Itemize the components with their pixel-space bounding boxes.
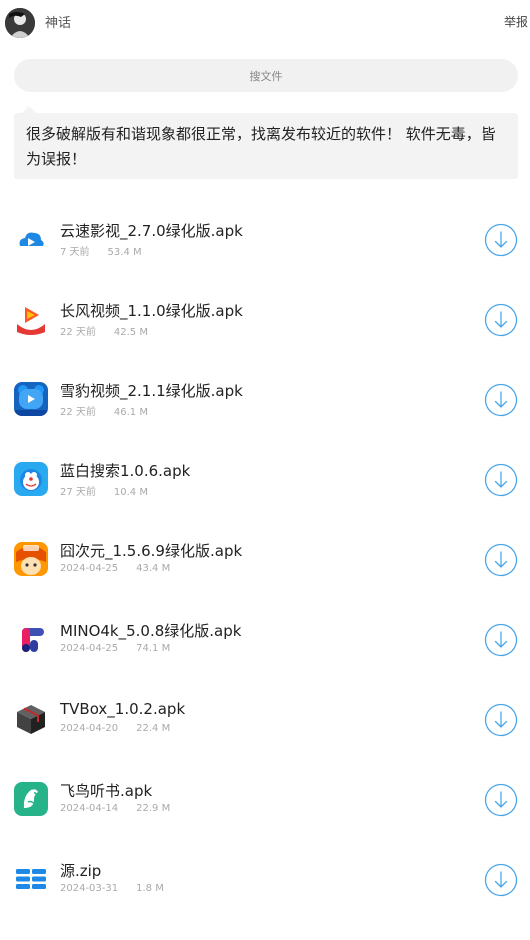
notice-text: 很多破解版有和谐现象都很正常，找离发布较近的软件！ 软件无毒，皆为误报！ [26,125,496,168]
file-list: 云速影视_2.7.0绿化版.apk 7 天前 53.4 M 长风视频_1.1.0绿… [0,198,530,918]
file-date: 2024-04-25 [60,563,119,574]
download-button[interactable] [484,303,518,337]
download-icon [484,383,518,417]
report-link[interactable]: 举报 [504,13,528,30]
download-icon [484,543,518,577]
avatar[interactable] [5,8,35,38]
file-size: 74.1 M [136,643,171,654]
download-button[interactable] [484,783,518,817]
file-name: 源.zip [60,862,102,880]
file-list-item[interactable]: TVBox_1.0.2.apk 2024-04-20 22.4 M [0,678,530,758]
download-button[interactable] [484,863,518,897]
file-date: 2024-04-20 [60,723,119,734]
file-name: MINO4k_5.0.8绿化版.apk [60,622,242,640]
file-list-item[interactable]: 囧次元_1.5.6.9绿化版.apk 2024-04-25 43.4 M [0,518,530,598]
download-button[interactable] [484,543,518,577]
bear-app-icon [14,382,48,416]
file-size: 10.4 M [113,487,148,498]
file-name: 雪豹视频_2.1.1绿化版.apk [60,382,243,400]
download-icon [484,303,518,337]
file-meta: 2024-04-25 43.4 M [60,563,170,574]
doraemon-app-icon [14,462,48,496]
download-icon [484,463,518,497]
file-name: 蓝白搜索1.0.6.apk [60,462,191,480]
download-icon [484,783,518,817]
file-meta: 22 天前 42.5 M [60,323,148,338]
download-button[interactable] [484,623,518,657]
search-input[interactable]: 搜文件 [14,59,518,92]
file-date: 2024-04-25 [60,643,119,654]
file-size: 22.9 M [136,803,171,814]
anime-app-icon [14,542,48,576]
file-size: 22.4 M [136,723,171,734]
mino-app-icon [14,622,48,656]
file-meta: 2024-03-31 1.8 M [60,883,164,894]
file-date: 2024-03-31 [60,883,119,894]
file-date: 22 天前 [60,407,96,418]
file-date: 7 天前 [60,247,90,258]
file-list-item[interactable]: 长风视频_1.1.0绿化版.apk 22 天前 42.5 M [0,278,530,358]
notice-bubble: 很多破解版有和谐现象都很正常，找离发布较近的软件！ 软件无毒，皆为误报！ [14,106,518,179]
file-size: 53.4 M [107,247,142,258]
username[interactable]: 神话 [45,12,71,31]
download-button[interactable] [484,383,518,417]
file-size: 43.4 M [136,563,171,574]
file-list-item[interactable]: 云速影视_2.7.0绿化版.apk 7 天前 53.4 M [0,198,530,278]
file-name: 飞鸟听书.apk [60,782,153,800]
file-size: 46.1 M [113,407,148,418]
download-button[interactable] [484,703,518,737]
file-meta: 7 天前 53.4 M [60,243,142,258]
zip-file-icon [14,862,48,896]
search-placeholder: 搜文件 [249,69,283,83]
file-list-item[interactable]: 蓝白搜索1.0.6.apk 27 天前 10.4 M [0,438,530,518]
download-icon [484,223,518,257]
file-meta: 22 天前 46.1 M [60,403,148,418]
file-meta: 2024-04-20 22.4 M [60,723,170,734]
download-icon [484,703,518,737]
download-icon [484,863,518,897]
file-list-item[interactable]: 飞鸟听书.apk 2024-04-14 22.9 M [0,758,530,838]
file-size: 42.5 M [113,327,148,338]
file-size: 1.8 M [136,883,164,894]
file-meta: 27 天前 10.4 M [60,483,148,498]
file-list-item[interactable]: 雪豹视频_2.1.1绿化版.apk 22 天前 46.1 M [0,358,530,438]
file-date: 27 天前 [60,487,96,498]
cloud-app-icon [14,222,48,256]
file-meta: 2024-04-25 74.1 M [60,643,170,654]
file-date: 2024-04-14 [60,803,119,814]
file-name: 长风视频_1.1.0绿化版.apk [60,302,243,320]
download-button[interactable] [484,223,518,257]
play-app-icon [14,302,48,336]
file-name: 囧次元_1.5.6.9绿化版.apk [60,542,243,560]
download-button[interactable] [484,463,518,497]
box-app-icon [14,702,48,736]
bird-app-icon [14,782,48,816]
file-name: 云速影视_2.7.0绿化版.apk [60,222,243,240]
file-meta: 2024-04-14 22.9 M [60,803,170,814]
file-date: 22 天前 [60,327,96,338]
file-list-item[interactable]: MINO4k_5.0.8绿化版.apk 2024-04-25 74.1 M [0,598,530,678]
download-icon [484,623,518,657]
top-bar: 神话 举报 [0,0,530,44]
file-name: TVBox_1.0.2.apk [60,700,186,718]
file-list-item[interactable]: 源.zip 2024-03-31 1.8 M [0,838,530,918]
